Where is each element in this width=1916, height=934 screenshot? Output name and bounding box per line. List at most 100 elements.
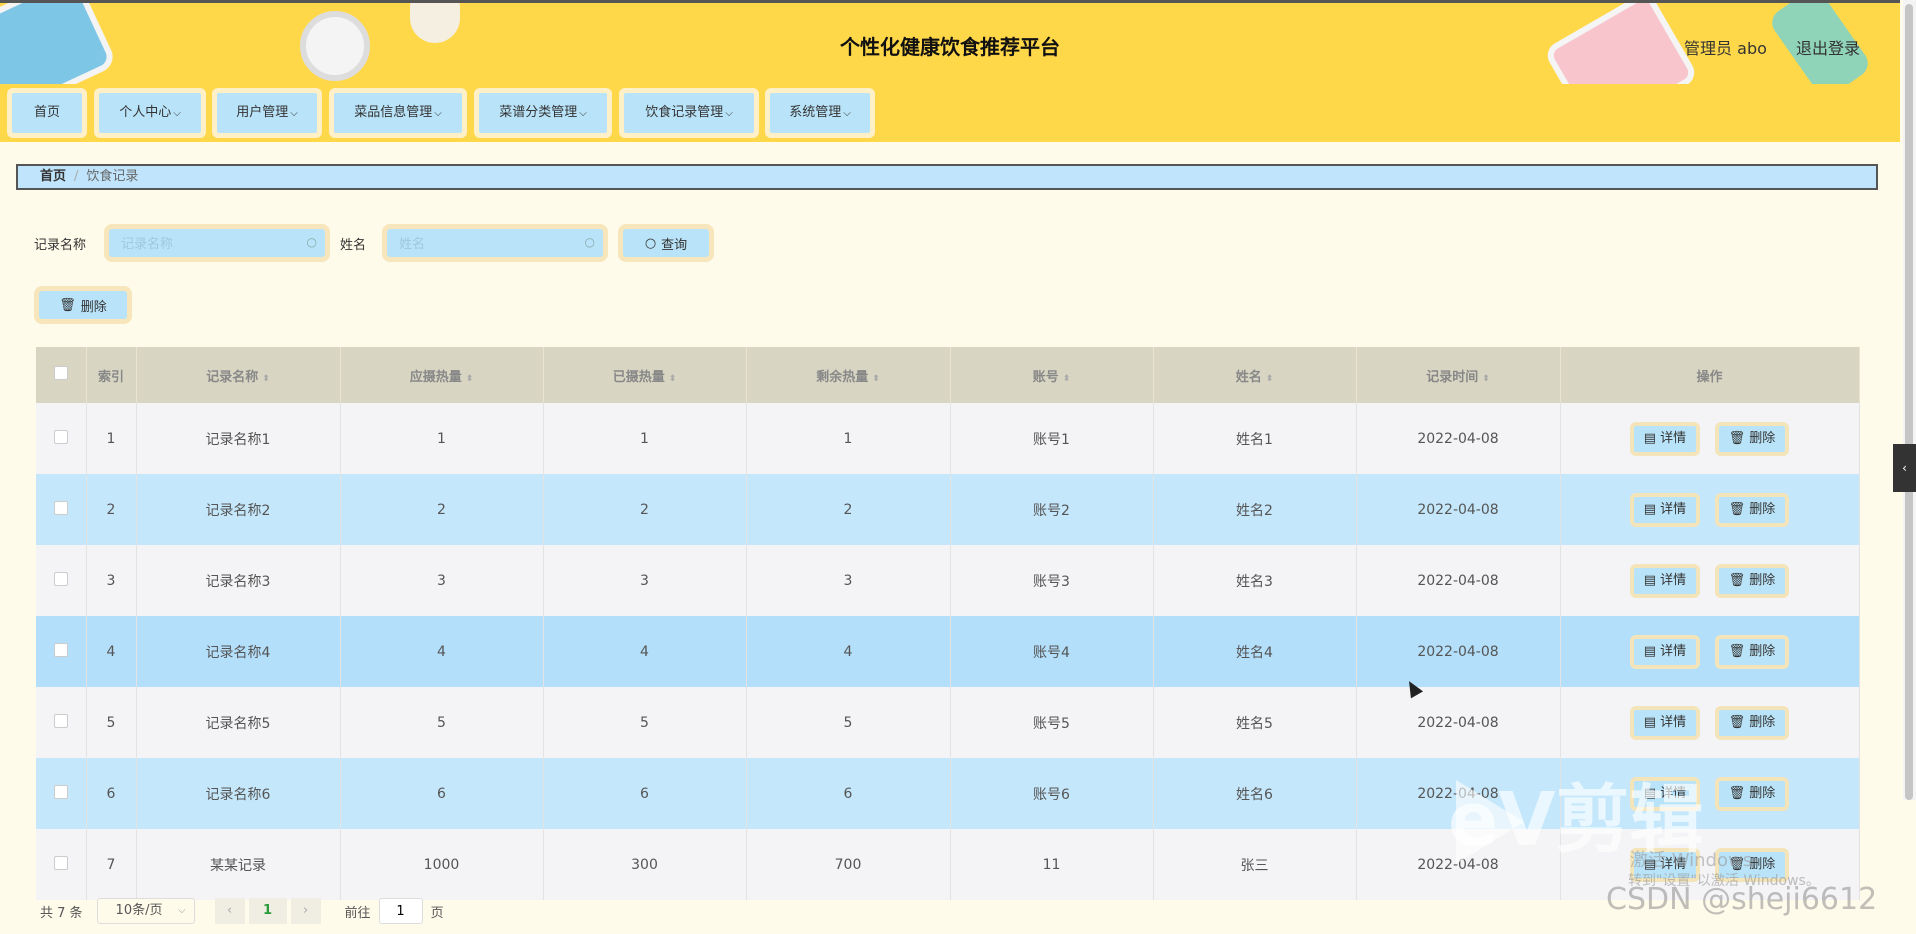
cell-name: 张三 [1153,829,1357,900]
col-header-record-name[interactable]: 记录名称 ⬍ [136,347,341,403]
cell-actions: ▤ 详情 🗑 删除 [1560,403,1860,474]
col-header-account[interactable]: 账号 ⬍ [950,347,1154,403]
sort-icon[interactable]: ⬍ [262,374,270,384]
chevron-down-icon: ⌵ [843,108,851,119]
detail-button[interactable]: ▤ 详情 [1629,705,1701,740]
row-select-cell [36,474,87,545]
detail-button[interactable]: ▤ 详情 [1629,492,1701,527]
cell-remaining: 700 [746,829,951,900]
document-icon: ▤ [1643,430,1661,446]
cell-index: 5 [86,687,137,758]
trash-icon: 🗑 [1728,714,1750,730]
delete-button[interactable]: 🗑 删除 [1714,421,1790,456]
chevron-down-icon: ⌵ [434,108,442,119]
delete-button[interactable]: 🗑 删除 [1714,634,1790,669]
row-select-cell [36,545,87,616]
document-icon: ▤ [1643,572,1661,588]
detail-label: 详情 [1660,714,1687,730]
col-label: 记录时间 [1426,369,1479,385]
query-button-label: 查询 [661,237,688,253]
col-header-remaining-calories[interactable]: 剩余热量 ⬍ [746,347,951,403]
logout-link[interactable]: 退出登录 [1796,39,1860,58]
nav-item-system-management[interactable]: 系统管理 ⌵ [765,88,875,138]
cell-actions: ▤ 详情 🗑 删除 [1560,545,1860,616]
row-checkbox[interactable] [53,571,68,586]
total-count: 共 7 条 [40,905,83,921]
prev-page-button[interactable]: ‹ [214,898,245,924]
sort-icon[interactable]: ⬍ [872,374,880,384]
col-header-target-calories[interactable]: 应摄热量 ⬍ [340,347,544,403]
table-header-row: 索引 记录名称 ⬍ 应摄热量 ⬍ 已摄热量 ⬍ 剩余热量 ⬍ 账号 ⬍ 姓名 ⬍ 记录时间 ⬍… [36,347,1860,403]
delete-button[interactable]: 🗑 删除 [1714,563,1790,598]
row-checkbox[interactable] [53,500,68,515]
search-icon: ○ [306,235,317,249]
delete-label: 删除 [1749,501,1776,517]
row-checkbox[interactable] [53,784,68,799]
col-header-actions: 操作 [1560,347,1860,403]
col-header-record-time[interactable]: 记录时间 ⬍ [1356,347,1561,403]
side-panel-toggle[interactable]: ‹ [1893,444,1916,492]
cell-index: 6 [86,758,137,829]
csdn-watermark: CSDN @sheji6612 [1606,882,1878,917]
col-header-consumed-calories[interactable]: 已摄热量 ⬍ [543,347,747,403]
record-name-input[interactable] [109,229,296,259]
sort-icon[interactable]: ⬍ [1063,374,1071,384]
name-input[interactable] [387,229,574,259]
page-size-select[interactable]: 10条/页 ⌵ [96,898,195,924]
delete-button[interactable]: 🗑 删除 [1714,492,1790,527]
goto-page-input[interactable] [378,898,423,924]
nav-item-dish-info[interactable]: 菜品信息管理 ⌵ [329,88,467,138]
select-all-checkbox[interactable] [53,366,68,380]
trash-icon: 🗑 [1728,501,1750,517]
pagination: 共 7 条 10条/页 ⌵ ‹ 1 › 前往 页 [40,898,444,924]
detail-button[interactable]: ▤ 详情 [1629,421,1701,456]
cell-name: 姓名5 [1153,687,1357,758]
detail-button[interactable]: ▤ 详情 [1629,634,1701,669]
goto-prefix: 前往 [344,905,371,921]
delete-button[interactable]: 🗑 删除 [1714,705,1790,740]
cell-account: 账号4 [950,616,1154,687]
delete-label: 删除 [1749,430,1776,446]
row-checkbox[interactable] [53,855,68,870]
table-row: 4 记录名称4 4 4 4 账号4 姓名4 2022-04-08 ▤ 详情 🗑 … [36,616,1860,687]
col-label: 剩余热量 [816,369,869,385]
cell-record-name: 记录名称3 [136,545,341,616]
next-page-button[interactable]: › [290,898,321,924]
admin-user-label[interactable]: 管理员 abo [1684,39,1767,58]
nav-item-personal-center[interactable]: 个人中心 ⌵ [94,88,206,138]
detail-label: 详情 [1660,501,1687,517]
chevron-down-icon: ⌵ [177,905,186,916]
breadcrumb: 首页 / 饮食记录 [16,164,1878,190]
delete-button[interactable]: 🗑 删除 [1714,776,1790,811]
detail-button[interactable]: ▤ 详情 [1629,563,1701,598]
sort-icon[interactable]: ⬍ [1482,374,1490,384]
cell-name: 姓名1 [1153,403,1357,474]
header-bar: 个性化健康饮食推荐平台 管理员 abo 退出登录 [0,0,1900,84]
nav-item-diet-record[interactable]: 饮食记录管理 ⌵ [619,88,759,138]
cell-consumed: 1 [543,403,747,474]
sort-icon[interactable]: ⬍ [466,374,474,384]
nav-item-user-management[interactable]: 用户管理 ⌵ [212,88,322,138]
cell-remaining: 3 [746,545,951,616]
current-page-number[interactable]: 1 [248,898,287,924]
cell-index: 3 [86,545,137,616]
sort-icon[interactable]: ⬍ [1266,374,1274,384]
query-button[interactable]: ○ 查询 [618,224,714,262]
cell-remaining: 2 [746,474,951,545]
col-header-index: 索引 [86,347,137,403]
sort-icon[interactable]: ⬍ [669,374,677,384]
bulk-delete-button[interactable]: 🗑 删除 [34,286,132,324]
breadcrumb-home[interactable]: 首页 [40,169,66,184]
row-checkbox[interactable] [53,713,68,728]
col-header-name[interactable]: 姓名 ⬍ [1153,347,1357,403]
row-checkbox[interactable] [53,429,68,444]
nav-item-recipe-category[interactable]: 菜谱分类管理 ⌵ [474,88,612,138]
nav-item-label: 系统管理 [789,105,842,120]
col-label: 应摄热量 [409,369,462,385]
row-checkbox[interactable] [53,642,68,657]
nav-item-home[interactable]: 首页 [7,88,87,138]
cell-record-name: 记录名称5 [136,687,341,758]
scrollbar-thumb[interactable] [1905,4,1913,800]
cell-consumed: 5 [543,687,747,758]
row-select-cell [36,403,87,474]
